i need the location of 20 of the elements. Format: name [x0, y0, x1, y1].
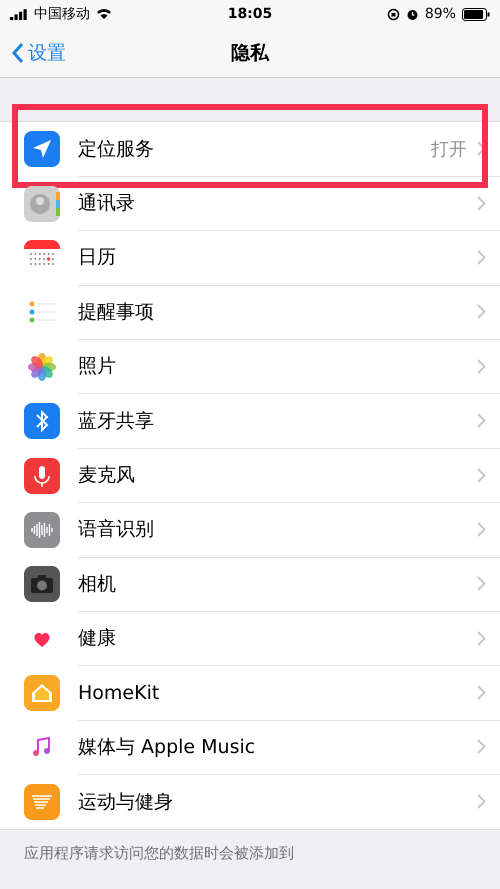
settings-row[interactable]: 语音识别	[78, 502, 500, 558]
settings-row[interactable]: 麦克风	[78, 448, 500, 504]
settings-row[interactable]: 蓝牙共享	[78, 393, 500, 449]
settings-row[interactable]: 媒体与 Apple Music	[78, 720, 500, 776]
settings-row[interactable]: 定位服务 打开	[78, 122, 500, 177]
back-button[interactable]: 设置	[0, 40, 66, 66]
battery-percent: 89%	[424, 6, 456, 22]
footer-note: 应用程序请求访问您的数据时会被添加到	[23, 843, 295, 864]
settings-row[interactable]: 提醒事项	[78, 284, 500, 340]
settings-row[interactable]: 日历	[78, 230, 500, 286]
settings-row[interactable]: 相机	[78, 556, 500, 612]
status-time: 18:05	[228, 6, 272, 22]
row-value: 打开	[431, 138, 467, 161]
page-title: 隐私	[231, 40, 269, 66]
settings-row[interactable]: 运动与健身	[78, 774, 500, 830]
settings-row[interactable]: 照片	[78, 339, 500, 394]
settings-row[interactable]: 通讯录	[78, 176, 500, 232]
settings-row[interactable]: 健康	[78, 611, 500, 666]
settings-row[interactable]: HomeKit	[78, 665, 500, 721]
carrier-name: 中国移动	[34, 5, 90, 23]
